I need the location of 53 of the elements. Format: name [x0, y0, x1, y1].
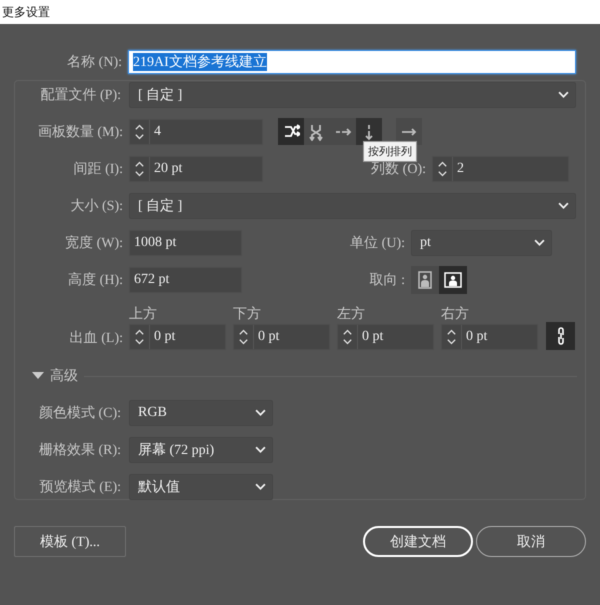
link-button[interactable]: [546, 322, 575, 350]
preview-mode-label: 预览模式 (E):: [38, 478, 121, 496]
color-mode-dropdown[interactable]: RGB: [129, 400, 273, 426]
triangle-icon: [32, 372, 44, 380]
bleed-field[interactable]: 0 pt: [441, 324, 538, 350]
portrait-button[interactable]: [411, 266, 439, 294]
unit-dropdown[interactable]: pt: [411, 230, 552, 256]
landscape-button[interactable]: [439, 266, 467, 294]
size-label: 大小 (S):: [70, 198, 123, 214]
bleed-side-label: 左方: [337, 306, 366, 324]
bleed-side-label: 上方: [129, 306, 158, 324]
chevron-down-icon: [534, 239, 545, 246]
name-label: 名称 (N):: [66, 54, 122, 71]
columns-field[interactable]: 2: [432, 156, 569, 182]
name-field[interactable]: 219AI文档参考线建立: [128, 50, 576, 74]
orientation-label: 取向 :: [368, 272, 405, 288]
chevron-down-icon: [558, 91, 569, 98]
landscape-icon: [444, 270, 462, 288]
chevron-down-icon: [255, 483, 266, 490]
width-label: 宽度 (W):: [64, 234, 123, 252]
layout-button[interactable]: [278, 118, 304, 145]
portrait-icon: [416, 270, 434, 288]
height-label: 高度 (H):: [67, 271, 123, 288]
profile-label: 配置文件 (P):: [40, 86, 121, 104]
height-field[interactable]: 672 pt: [129, 266, 242, 292]
template-button[interactable]: 模板 (T)...: [14, 526, 126, 557]
bleed-label: 出血 (L):: [68, 330, 123, 347]
artboard-count-label: 画板数量 (M):: [36, 124, 123, 140]
chevron-down-icon: [255, 409, 266, 416]
unit-label: 单位 (U):: [349, 234, 405, 252]
bleed-field[interactable]: 0 pt: [129, 324, 226, 350]
create-document-button[interactable]: 创建文档: [363, 526, 473, 557]
bleed-field[interactable]: 0 pt: [337, 324, 434, 350]
size-dropdown[interactable]: [ 自定 ]: [129, 192, 576, 218]
advanced-toggle[interactable]: 高级: [32, 367, 78, 385]
chevron-down-icon: [255, 446, 266, 453]
raster-effects-label: 栅格效果 (R):: [38, 442, 121, 458]
raster-effects-dropdown[interactable]: 屏幕 (72 ppi): [129, 436, 273, 462]
tooltip: 按列排列: [363, 141, 417, 162]
window-title: 更多设置: [2, 4, 50, 20]
cancel-button[interactable]: 取消: [476, 526, 586, 557]
bleed-side-label: 右方: [441, 306, 470, 324]
artboard-count-field[interactable]: 4: [129, 118, 263, 144]
color-mode-label: 颜色模式 (C):: [38, 404, 121, 422]
spacing-field[interactable]: 20 pt: [129, 156, 263, 182]
profile-dropdown[interactable]: [ 自定 ]: [129, 82, 576, 108]
chevron-down-icon: [558, 202, 569, 209]
bleed-side-label: 下方: [233, 306, 262, 324]
bleed-field[interactable]: 0 pt: [233, 324, 330, 350]
spacing-label: 间距 (I):: [72, 160, 123, 178]
width-field[interactable]: 1008 pt: [129, 230, 242, 256]
columns-label: 列数 (O):: [370, 160, 426, 178]
preview-mode-dropdown[interactable]: 默认值: [129, 474, 273, 500]
